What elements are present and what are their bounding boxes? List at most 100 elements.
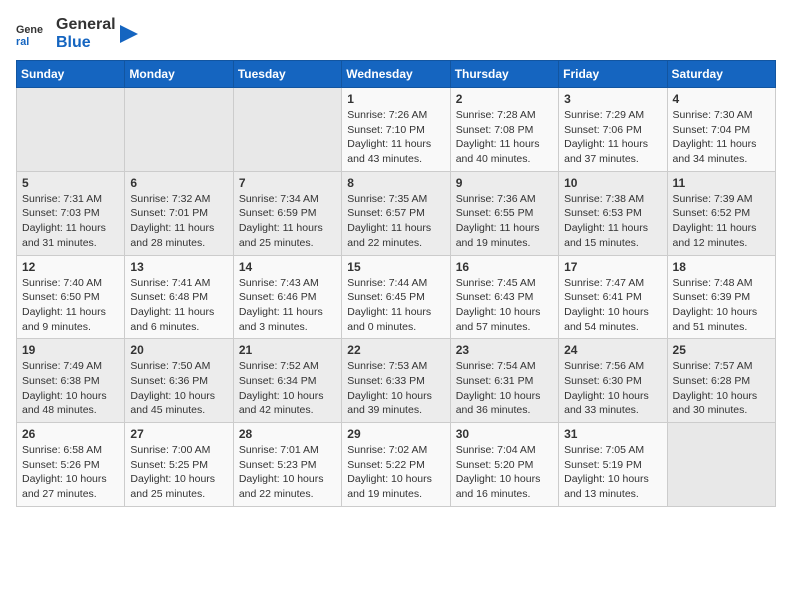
calendar-table: SundayMondayTuesdayWednesdayThursdayFrid…	[16, 60, 776, 507]
day-number: 9	[456, 176, 553, 190]
day-info: Sunrise: 7:01 AM Sunset: 5:23 PM Dayligh…	[239, 443, 336, 502]
day-info: Sunrise: 7:47 AM Sunset: 6:41 PM Dayligh…	[564, 276, 661, 335]
day-info: Sunrise: 7:29 AM Sunset: 7:06 PM Dayligh…	[564, 108, 661, 167]
calendar-cell: 17 Sunrise: 7:47 AM Sunset: 6:41 PM Dayli…	[559, 255, 667, 339]
day-info: Sunrise: 7:44 AM Sunset: 6:45 PM Dayligh…	[347, 276, 444, 335]
calendar-cell: 13Sunrise: 7:41 AM Sunset: 6:48 PM Dayli…	[125, 255, 233, 339]
calendar-cell: 31 Sunrise: 7:05 AM Sunset: 5:19 PM Dayli…	[559, 423, 667, 507]
calendar-cell: 2 Sunrise: 7:28 AM Sunset: 7:08 PM Daylig…	[450, 88, 558, 172]
day-number: 28	[239, 427, 336, 441]
day-number: 22	[347, 343, 444, 357]
svg-text:ral: ral	[16, 36, 29, 48]
day-info: Sunrise: 7:04 AM Sunset: 5:20 PM Dayligh…	[456, 443, 553, 502]
day-number: 8	[347, 176, 444, 190]
calendar-cell: 10 Sunrise: 7:38 AM Sunset: 6:53 PM Dayli…	[559, 171, 667, 255]
day-number: 5	[22, 176, 119, 190]
calendar-cell: 1 Sunrise: 7:26 AM Sunset: 7:10 PM Daylig…	[342, 88, 450, 172]
day-number: 20	[130, 343, 227, 357]
day-number: 4	[673, 92, 770, 106]
page-header: Gene ral General Blue	[16, 16, 776, 52]
calendar-cell: 27Sunrise: 7:00 AM Sunset: 5:25 PM Dayli…	[125, 423, 233, 507]
week-row-5: 26Sunrise: 6:58 AM Sunset: 5:26 PM Dayli…	[17, 423, 776, 507]
calendar-cell: 11 Sunrise: 7:39 AM Sunset: 6:52 PM Dayli…	[667, 171, 775, 255]
day-number: 1	[347, 92, 444, 106]
week-row-2: 5 Sunrise: 7:31 AM Sunset: 7:03 PM Daylig…	[17, 171, 776, 255]
calendar-cell: 7Sunrise: 7:34 AM Sunset: 6:59 PM Daylig…	[233, 171, 341, 255]
calendar-cell: 18 Sunrise: 7:48 AM Sunset: 6:39 PM Dayli…	[667, 255, 775, 339]
logo-text-general: General	[56, 16, 116, 34]
calendar-cell: 26Sunrise: 6:58 AM Sunset: 5:26 PM Dayli…	[17, 423, 125, 507]
calendar-cell: 30 Sunrise: 7:04 AM Sunset: 5:20 PM Dayli…	[450, 423, 558, 507]
day-number: 11	[673, 176, 770, 190]
calendar-cell: 19 Sunrise: 7:49 AM Sunset: 6:38 PM Dayli…	[17, 339, 125, 423]
calendar-cell: 15 Sunrise: 7:44 AM Sunset: 6:45 PM Dayli…	[342, 255, 450, 339]
calendar-cell	[667, 423, 775, 507]
logo-text-blue: Blue	[56, 34, 116, 52]
calendar-cell: 20 Sunrise: 7:50 AM Sunset: 6:36 PM Dayli…	[125, 339, 233, 423]
calendar-cell: 29Sunrise: 7:02 AM Sunset: 5:22 PM Dayli…	[342, 423, 450, 507]
weekday-header-thursday: Thursday	[450, 61, 558, 88]
calendar-cell: 14Sunrise: 7:43 AM Sunset: 6:46 PM Dayli…	[233, 255, 341, 339]
week-row-4: 19 Sunrise: 7:49 AM Sunset: 6:38 PM Dayli…	[17, 339, 776, 423]
day-info: Sunrise: 7:40 AM Sunset: 6:50 PM Dayligh…	[22, 276, 119, 335]
weekday-header-wednesday: Wednesday	[342, 61, 450, 88]
calendar-cell: 8 Sunrise: 7:35 AM Sunset: 6:57 PM Daylig…	[342, 171, 450, 255]
day-info: Sunrise: 7:00 AM Sunset: 5:25 PM Dayligh…	[130, 443, 227, 502]
day-info: Sunrise: 7:50 AM Sunset: 6:36 PM Dayligh…	[130, 359, 227, 418]
day-info: Sunrise: 7:36 AM Sunset: 6:55 PM Dayligh…	[456, 192, 553, 251]
day-number: 14	[239, 260, 336, 274]
calendar-cell: 6 Sunrise: 7:32 AM Sunset: 7:01 PM Daylig…	[125, 171, 233, 255]
weekday-header-row: SundayMondayTuesdayWednesdayThursdayFrid…	[17, 61, 776, 88]
day-number: 17	[564, 260, 661, 274]
calendar-cell: 16Sunrise: 7:45 AM Sunset: 6:43 PM Dayli…	[450, 255, 558, 339]
day-info: Sunrise: 7:02 AM Sunset: 5:22 PM Dayligh…	[347, 443, 444, 502]
weekday-header-sunday: Sunday	[17, 61, 125, 88]
week-row-3: 12 Sunrise: 7:40 AM Sunset: 6:50 PM Dayli…	[17, 255, 776, 339]
weekday-header-tuesday: Tuesday	[233, 61, 341, 88]
day-number: 30	[456, 427, 553, 441]
week-row-1: 1 Sunrise: 7:26 AM Sunset: 7:10 PM Daylig…	[17, 88, 776, 172]
calendar-cell	[17, 88, 125, 172]
day-info: Sunrise: 7:49 AM Sunset: 6:38 PM Dayligh…	[22, 359, 119, 418]
day-number: 3	[564, 92, 661, 106]
logo: Gene ral General Blue	[16, 16, 138, 52]
day-number: 25	[673, 343, 770, 357]
day-number: 13	[130, 260, 227, 274]
day-number: 19	[22, 343, 119, 357]
calendar-cell: 4Sunrise: 7:30 AM Sunset: 7:04 PM Daylig…	[667, 88, 775, 172]
day-number: 12	[22, 260, 119, 274]
day-info: Sunrise: 7:32 AM Sunset: 7:01 PM Dayligh…	[130, 192, 227, 251]
day-info: Sunrise: 7:48 AM Sunset: 6:39 PM Dayligh…	[673, 276, 770, 335]
day-number: 6	[130, 176, 227, 190]
day-number: 16	[456, 260, 553, 274]
calendar-cell: 5 Sunrise: 7:31 AM Sunset: 7:03 PM Daylig…	[17, 171, 125, 255]
calendar-cell: 12 Sunrise: 7:40 AM Sunset: 6:50 PM Dayli…	[17, 255, 125, 339]
day-info: Sunrise: 7:38 AM Sunset: 6:53 PM Dayligh…	[564, 192, 661, 251]
calendar-cell: 21Sunrise: 7:52 AM Sunset: 6:34 PM Dayli…	[233, 339, 341, 423]
day-info: Sunrise: 7:56 AM Sunset: 6:30 PM Dayligh…	[564, 359, 661, 418]
day-number: 26	[22, 427, 119, 441]
svg-text:Gene: Gene	[16, 24, 43, 36]
day-number: 10	[564, 176, 661, 190]
day-number: 2	[456, 92, 553, 106]
weekday-header-saturday: Saturday	[667, 61, 775, 88]
calendar-cell: 28 Sunrise: 7:01 AM Sunset: 5:23 PM Dayli…	[233, 423, 341, 507]
day-info: Sunrise: 7:26 AM Sunset: 7:10 PM Dayligh…	[347, 108, 444, 167]
day-number: 24	[564, 343, 661, 357]
day-info: Sunrise: 7:34 AM Sunset: 6:59 PM Dayligh…	[239, 192, 336, 251]
day-info: Sunrise: 7:05 AM Sunset: 5:19 PM Dayligh…	[564, 443, 661, 502]
day-info: Sunrise: 7:57 AM Sunset: 6:28 PM Dayligh…	[673, 359, 770, 418]
day-info: Sunrise: 7:39 AM Sunset: 6:52 PM Dayligh…	[673, 192, 770, 251]
calendar-cell: 25 Sunrise: 7:57 AM Sunset: 6:28 PM Dayli…	[667, 339, 775, 423]
day-info: Sunrise: 7:31 AM Sunset: 7:03 PM Dayligh…	[22, 192, 119, 251]
calendar-cell	[233, 88, 341, 172]
calendar-cell: 22Sunrise: 7:53 AM Sunset: 6:33 PM Dayli…	[342, 339, 450, 423]
day-info: Sunrise: 7:35 AM Sunset: 6:57 PM Dayligh…	[347, 192, 444, 251]
day-number: 15	[347, 260, 444, 274]
logo-arrow-icon	[120, 25, 138, 43]
day-number: 18	[673, 260, 770, 274]
calendar-cell	[125, 88, 233, 172]
weekday-header-monday: Monday	[125, 61, 233, 88]
day-number: 31	[564, 427, 661, 441]
day-info: Sunrise: 7:28 AM Sunset: 7:08 PM Dayligh…	[456, 108, 553, 167]
